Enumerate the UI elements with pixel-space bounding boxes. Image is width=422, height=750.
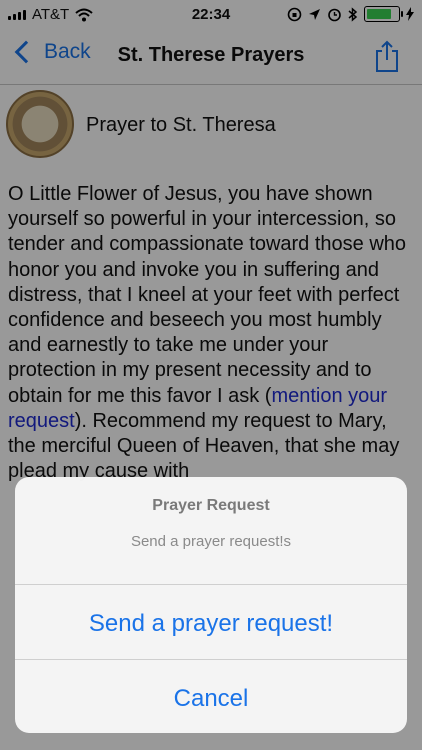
cancel-button[interactable]: Cancel bbox=[15, 685, 407, 713]
sheet-divider bbox=[15, 659, 407, 660]
sheet-title: Prayer Request bbox=[152, 497, 270, 514]
prayer-request-sheet: Prayer Request Send a prayer request!s S… bbox=[15, 477, 407, 733]
sheet-divider bbox=[15, 584, 407, 585]
sheet-message: Send a prayer request!s bbox=[130, 533, 292, 550]
send-prayer-request-button[interactable]: Send a prayer request! bbox=[15, 610, 407, 638]
